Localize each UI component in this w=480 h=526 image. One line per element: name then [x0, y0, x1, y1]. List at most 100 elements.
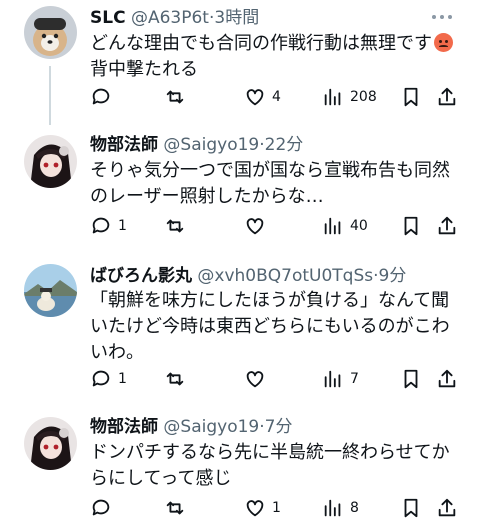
repost-icon	[166, 372, 184, 386]
like-button[interactable]	[244, 214, 272, 238]
share-button[interactable]	[436, 85, 458, 109]
post-text-line: 背中撃たれる	[90, 59, 198, 80]
post-text: 「朝鮮を味方にしたほうが負ける」なんて聞 いたけど今時は東西どちらにもいるのがこ…	[90, 288, 462, 366]
reply-button[interactable]: 1	[90, 214, 127, 238]
views-icon	[324, 217, 341, 235]
avatar[interactable]	[24, 6, 77, 59]
repost-icon	[166, 219, 184, 233]
repost-icon	[166, 90, 184, 104]
reply-button[interactable]: 1	[90, 367, 127, 391]
views-button[interactable]: 8	[322, 496, 359, 520]
action-bar: 1 8	[80, 496, 460, 520]
post-header: 物部法師 @Saigyo19·22分	[90, 132, 303, 158]
post[interactable]: 物部法師 @Saigyo19·7分 ドンパチするなら先に半島統一終わらせてか ら…	[0, 404, 480, 526]
handle[interactable]: @xvh0BQ7otU0TqSs	[197, 266, 373, 286]
share-icon	[438, 498, 456, 517]
repost-button[interactable]	[164, 496, 192, 520]
post[interactable]: 物部法師 @Saigyo19·22分 そりゃ気分一つで国が国なら宣戦布告も同然 …	[0, 125, 480, 256]
reply-icon	[92, 88, 110, 105]
share-button[interactable]	[436, 214, 458, 238]
post-text-line: いたけど今時は東西どちらにもいるのがこわ	[90, 316, 450, 337]
repost-icon	[166, 501, 184, 515]
like-button[interactable]: 1	[244, 496, 281, 520]
like-icon	[246, 371, 264, 388]
reply-icon	[92, 499, 110, 516]
bookmark-button[interactable]	[400, 214, 422, 238]
post-header: 物部法師 @Saigyo19·7分	[90, 414, 292, 440]
bookmark-icon	[404, 87, 418, 107]
reply-button[interactable]	[90, 85, 118, 109]
post[interactable]: SLC @A63P6t·3時間 どんな理由でも合同の作戦行動は無理です 背中撃た…	[0, 0, 480, 125]
repost-button[interactable]	[164, 367, 192, 391]
share-icon	[438, 87, 456, 106]
post-text-line: ドンパチするなら先に半島統一終わらせてか	[90, 442, 450, 463]
like-count: 4	[272, 89, 281, 105]
post-text-line: のレーザー照射したからな…	[90, 186, 324, 207]
share-icon	[438, 216, 456, 235]
display-name[interactable]: ばびろん影丸	[90, 266, 192, 286]
share-button[interactable]	[436, 496, 458, 520]
views-count: 7	[350, 371, 359, 387]
like-count: 1	[272, 500, 281, 516]
post[interactable]: ばびろん影丸 @xvh0BQ7otU0TqSs·9分 「朝鮮を味方にしたほうが負…	[0, 256, 480, 404]
post-header: ばびろん影丸 @xvh0BQ7otU0TqSs·9分	[90, 263, 406, 289]
like-button[interactable]: 4	[244, 85, 281, 109]
like-icon	[246, 218, 264, 235]
bookmark-button[interactable]	[400, 85, 422, 109]
views-count: 40	[350, 218, 368, 234]
bookmark-button[interactable]	[400, 367, 422, 391]
reply-count: 1	[118, 218, 127, 234]
action-bar: 4 208	[80, 85, 460, 109]
like-icon	[246, 89, 264, 106]
angry-face-icon	[434, 33, 453, 52]
avatar[interactable]	[24, 264, 77, 317]
timestamp[interactable]: 22分	[265, 135, 304, 155]
views-button[interactable]: 7	[322, 367, 359, 391]
post-text-line: どんな理由でも合同の作戦行動は無理です	[90, 33, 432, 54]
timestamp[interactable]: 3時間	[214, 8, 259, 28]
repost-button[interactable]	[164, 85, 192, 109]
post-text-line: 「朝鮮を味方にしたほうが負ける」なんて聞	[90, 290, 450, 311]
timestamp[interactable]: 9分	[379, 266, 407, 286]
views-icon	[324, 370, 341, 388]
views-button[interactable]: 208	[322, 85, 377, 109]
reply-button[interactable]	[90, 496, 118, 520]
share-button[interactable]	[436, 367, 458, 391]
post-header: SLC @A63P6t·3時間	[90, 5, 259, 31]
like-button[interactable]	[244, 367, 272, 391]
post-text: ドンパチするなら先に半島統一終わらせてか らにしてって感じ	[90, 440, 462, 492]
views-count: 8	[350, 500, 359, 516]
views-icon	[324, 88, 341, 106]
avatar[interactable]	[24, 417, 77, 470]
views-count: 208	[350, 89, 377, 105]
display-name[interactable]: 物部法師	[90, 417, 158, 437]
handle[interactable]: @A63P6t	[131, 8, 209, 28]
action-bar: 1 40	[80, 214, 460, 238]
reply-icon	[92, 370, 110, 387]
timestamp[interactable]: 7分	[265, 417, 293, 437]
repost-button[interactable]	[164, 214, 192, 238]
bookmark-icon	[404, 369, 418, 389]
avatar[interactable]	[24, 135, 77, 188]
handle[interactable]: @Saigyo19	[163, 417, 259, 437]
post-text-line: らにしてって感じ	[90, 468, 232, 489]
handle[interactable]: @Saigyo19	[163, 135, 259, 155]
post-text-line: そりゃ気分一つで国が国なら宣戦布告も同然	[90, 160, 450, 181]
bookmark-icon	[404, 216, 418, 236]
views-icon	[324, 499, 341, 517]
more-icon[interactable]	[432, 15, 454, 21]
display-name[interactable]: SLC	[90, 8, 126, 28]
display-name[interactable]: 物部法師	[90, 135, 158, 155]
bookmark-icon	[404, 498, 418, 518]
action-bar: 1 7	[80, 367, 460, 391]
reply-icon	[92, 217, 110, 234]
bookmark-button[interactable]	[400, 496, 422, 520]
views-button[interactable]: 40	[322, 214, 368, 238]
post-text: どんな理由でも合同の作戦行動は無理です 背中撃たれる	[90, 31, 462, 83]
post-text: そりゃ気分一つで国が国なら宣戦布告も同然 のレーザー照射したからな…	[90, 158, 462, 210]
post-text-line: いわ。	[90, 342, 144, 363]
thread-line	[49, 66, 51, 125]
reply-count: 1	[118, 371, 127, 387]
share-icon	[438, 369, 456, 388]
like-icon	[246, 500, 264, 517]
